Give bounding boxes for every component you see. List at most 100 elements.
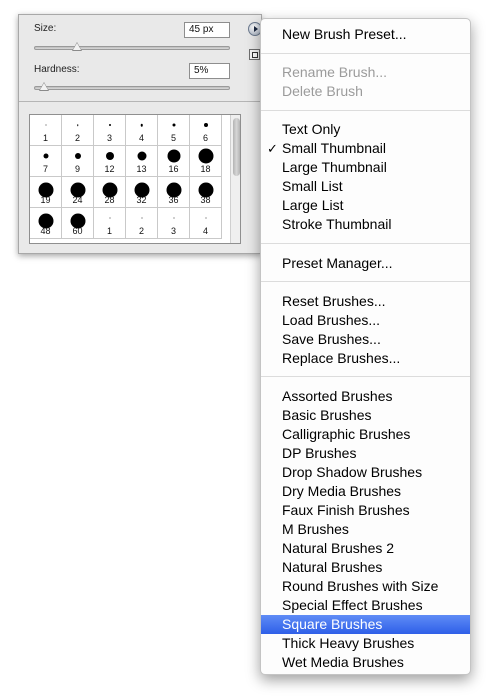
menu-item-label: Reset Brushes... — [282, 293, 386, 309]
brush-tip-icon — [76, 124, 79, 126]
menu-separator — [261, 110, 470, 111]
brush-size-label: 48 — [40, 226, 51, 236]
brush-thumbnail[interactable]: 19 — [30, 177, 62, 208]
menu-item-label: Stroke Thumbnail — [282, 216, 392, 232]
brush-size-label: 4 — [138, 133, 144, 143]
menu-item-label: Replace Brushes... — [282, 350, 401, 366]
panel-divider — [19, 101, 261, 102]
size-slider-handle[interactable] — [72, 42, 82, 51]
menu-item-natural-brushes-2[interactable]: Natural Brushes 2 — [261, 539, 470, 558]
menu-item-thick-heavy-brushes[interactable]: Thick Heavy Brushes — [261, 634, 470, 653]
brush-tip-icon — [205, 217, 206, 219]
menu-item-square-brushes[interactable]: Square Brushes — [261, 615, 470, 634]
menu-item-load-brushes[interactable]: Load Brushes... — [261, 311, 470, 330]
hardness-slider-track[interactable] — [34, 86, 230, 90]
menu-item-label: Small List — [282, 178, 343, 194]
brush-thumbnail[interactable]: 7 — [30, 146, 62, 177]
menu-item-faux-finish-brushes[interactable]: Faux Finish Brushes — [261, 501, 470, 520]
brush-thumbnail[interactable]: 48 — [30, 208, 62, 239]
brush-thumbnail[interactable]: 16 — [158, 146, 190, 177]
brush-size-label: 1 — [106, 226, 112, 236]
menu-item-reset-brushes[interactable]: Reset Brushes... — [261, 292, 470, 311]
menu-item-assorted-brushes[interactable]: Assorted Brushes — [261, 387, 470, 406]
menu-item-dp-brushes[interactable]: DP Brushes — [261, 444, 470, 463]
brush-thumbnail[interactable]: 1 — [30, 115, 62, 146]
menu-separator — [261, 281, 470, 282]
brush-preset-picker: Size: 45 px Hardness: 5% 1 2 3 4 5 6 7 9 12 13 16 1… — [18, 14, 262, 254]
menu-item-natural-brushes[interactable]: Natural Brushes — [261, 558, 470, 577]
menu-item-preset-manager[interactable]: Preset Manager... — [261, 254, 470, 273]
menu-item-large-list[interactable]: Large List — [261, 196, 470, 215]
menu-item-round-brushes-with-size[interactable]: Round Brushes with Size — [261, 577, 470, 596]
menu-item-label: Large Thumbnail — [282, 159, 387, 175]
menu-item-label: Calligraphic Brushes — [282, 426, 411, 442]
menu-item-large-thumbnail[interactable]: Large Thumbnail — [261, 158, 470, 177]
hardness-slider-handle[interactable] — [39, 82, 49, 91]
size-field[interactable]: 45 px — [184, 22, 230, 38]
brush-thumbnail[interactable]: 2 — [62, 115, 94, 146]
brush-grid-scrollbar[interactable] — [230, 115, 240, 243]
brush-thumbnail[interactable]: 6 — [190, 115, 222, 146]
menu-item-calligraphic-brushes[interactable]: Calligraphic Brushes — [261, 425, 470, 444]
menu-item-text-only[interactable]: Text Only — [261, 120, 470, 139]
hardness-field[interactable]: 5% — [189, 63, 230, 79]
menu-item-label: Round Brushes with Size — [282, 578, 439, 594]
menu-item-label: Large List — [282, 197, 344, 213]
brush-thumbnail[interactable]: 18 — [190, 146, 222, 177]
brush-tip-icon — [198, 148, 213, 164]
brush-thumbnail[interactable]: 3 — [158, 208, 190, 239]
menu-item-replace-brushes[interactable]: Replace Brushes... — [261, 349, 470, 368]
menu-item-dry-media-brushes[interactable]: Dry Media Brushes — [261, 482, 470, 501]
menu-item-m-brushes[interactable]: M Brushes — [261, 520, 470, 539]
brush-size-label: 16 — [168, 164, 179, 174]
menu-separator — [261, 376, 470, 377]
brush-thumbnail[interactable]: 4 — [126, 115, 158, 146]
menu-item-basic-brushes[interactable]: Basic Brushes — [261, 406, 470, 425]
brush-thumbnail[interactable]: 60 — [62, 208, 94, 239]
brush-thumbnail[interactable]: 2 — [126, 208, 158, 239]
brush-size-label: 13 — [136, 164, 147, 174]
menu-item-label: Square Brushes — [282, 616, 383, 632]
brush-thumbnail[interactable]: 28 — [94, 177, 126, 208]
brush-size-label: 7 — [42, 164, 48, 174]
menu-item-label: Assorted Brushes — [282, 388, 393, 404]
brush-thumbnail[interactable]: 4 — [190, 208, 222, 239]
new-preset-icon[interactable] — [249, 49, 260, 60]
brush-thumbnail[interactable]: 3 — [94, 115, 126, 146]
brush-thumbnail[interactable]: 32 — [126, 177, 158, 208]
menu-item-drop-shadow-brushes[interactable]: Drop Shadow Brushes — [261, 463, 470, 482]
brush-tip-icon — [109, 217, 110, 219]
menu-item-rename-brush: Rename Brush... — [261, 63, 470, 82]
brush-thumbnail[interactable]: 38 — [190, 177, 222, 208]
brush-size-label: 9 — [74, 164, 80, 174]
brush-tip-icon — [173, 217, 174, 219]
brush-thumbnail[interactable]: 12 — [94, 146, 126, 177]
menu-item-label: Basic Brushes — [282, 407, 372, 423]
brush-thumbnail[interactable]: 13 — [126, 146, 158, 177]
brush-size-label: 2 — [138, 226, 144, 236]
brush-size-label: 6 — [202, 133, 208, 143]
brush-size-label: 24 — [72, 195, 83, 205]
brush-size-label: 36 — [168, 195, 179, 205]
menu-item-wet-media-brushes[interactable]: Wet Media Brushes — [261, 653, 470, 672]
size-slider-track[interactable] — [34, 46, 230, 50]
brush-thumbnail[interactable]: 24 — [62, 177, 94, 208]
menu-item-save-brushes[interactable]: Save Brushes... — [261, 330, 470, 349]
brush-size-label: 1 — [42, 133, 48, 143]
brush-thumbnail[interactable]: 36 — [158, 177, 190, 208]
menu-item-label: Small Thumbnail — [282, 140, 387, 156]
brush-tip-icon — [137, 151, 146, 161]
menu-item-stroke-thumbnail[interactable]: Stroke Thumbnail — [261, 215, 470, 234]
brush-thumbnail[interactable]: 5 — [158, 115, 190, 146]
menu-item-small-thumbnail[interactable]: ✓ Small Thumbnail — [261, 139, 470, 158]
scrollbar-thumb[interactable] — [233, 118, 240, 176]
brush-tip-icon — [43, 153, 48, 159]
brush-thumbnail[interactable]: 1 — [94, 208, 126, 239]
menu-item-small-list[interactable]: Small List — [261, 177, 470, 196]
brush-thumbnail[interactable]: 9 — [62, 146, 94, 177]
brush-panel-menu: New Brush Preset... Rename Brush... Delete… — [260, 18, 471, 675]
menu-item-new-brush-preset[interactable]: New Brush Preset... — [261, 25, 470, 44]
brush-size-label: 28 — [104, 195, 115, 205]
menu-item-label: Thick Heavy Brushes — [282, 635, 415, 651]
menu-item-special-effect-brushes[interactable]: Special Effect Brushes — [261, 596, 470, 615]
